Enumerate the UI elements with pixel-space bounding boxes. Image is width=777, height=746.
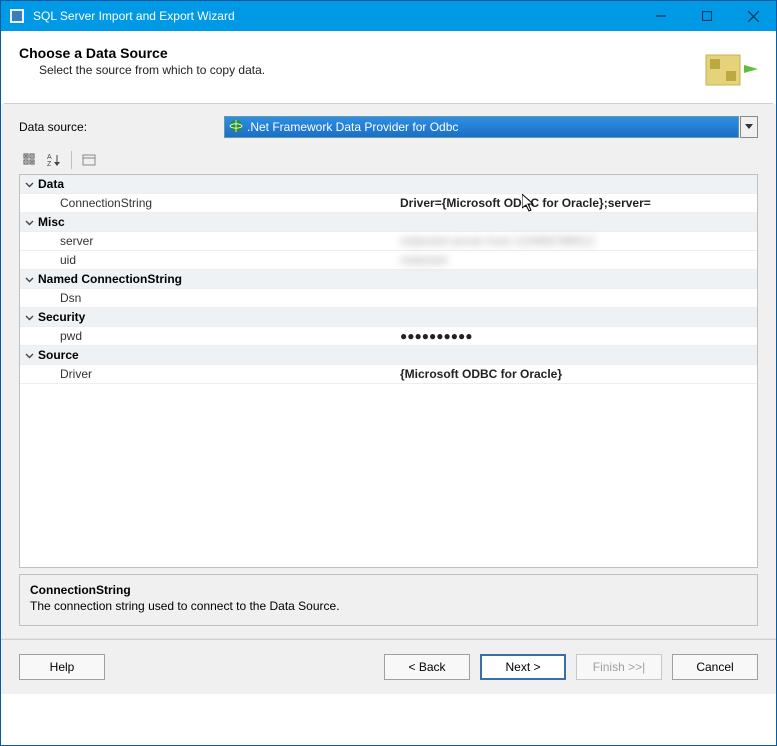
propgrid-row[interactable]: uidredacted bbox=[20, 251, 757, 270]
wizard-footer: Help < Back Next > Finish >>| Cancel bbox=[1, 639, 776, 694]
data-source-label: Data source: bbox=[19, 120, 224, 134]
propgrid-category[interactable]: Named ConnectionString bbox=[20, 270, 757, 289]
window-title: SQL Server Import and Export Wizard bbox=[33, 9, 638, 23]
wizard-header: Choose a Data Source Select the source f… bbox=[1, 31, 776, 103]
next-button[interactable]: Next > bbox=[480, 654, 566, 680]
propgrid-prop-value[interactable]: Driver={Microsoft ODBC for Oracle};serve… bbox=[396, 196, 757, 210]
data-source-dropdown-button[interactable] bbox=[740, 116, 758, 138]
property-page-icon bbox=[82, 153, 96, 167]
propgrid-category[interactable]: Security bbox=[20, 308, 757, 327]
categorized-icon bbox=[23, 153, 37, 167]
cancel-button[interactable]: Cancel bbox=[672, 654, 758, 680]
propgrid-prop-value[interactable]: redacted bbox=[396, 253, 757, 267]
data-source-select[interactable]: .Net Framework Data Provider for Odbc bbox=[224, 116, 739, 138]
propgrid-prop-name: Driver bbox=[38, 367, 396, 381]
toolbar-separator bbox=[71, 151, 72, 169]
sort-az-icon: A Z bbox=[47, 153, 61, 167]
app-icon bbox=[9, 8, 25, 24]
propgrid-prop-value[interactable]: redacted-server-host 123456789012 bbox=[396, 234, 757, 248]
chevron-down-icon bbox=[20, 351, 38, 360]
propgrid-row[interactable]: Driver{Microsoft ODBC for Oracle} bbox=[20, 365, 757, 384]
content-panel: Data source: .Net Framework Data Provide… bbox=[1, 104, 776, 638]
propgrid-prop-value[interactable]: {Microsoft ODBC for Oracle} bbox=[396, 367, 757, 381]
maximize-button[interactable] bbox=[684, 1, 730, 31]
data-source-selected: .Net Framework Data Provider for Odbc bbox=[247, 120, 734, 134]
close-button[interactable] bbox=[730, 1, 776, 31]
propgrid-row[interactable]: ConnectionStringDriver={Microsoft ODBC f… bbox=[20, 194, 757, 213]
property-grid: Data ConnectionStringDriver={Microsoft OD… bbox=[19, 174, 758, 568]
propgrid-category-name: Security bbox=[38, 310, 396, 324]
wizard-header-icon bbox=[702, 45, 758, 93]
svg-text:Z: Z bbox=[47, 161, 52, 167]
page-title: Choose a Data Source bbox=[19, 45, 692, 61]
help-button[interactable]: Help bbox=[19, 654, 105, 680]
propgrid-row[interactable]: Dsn bbox=[20, 289, 757, 308]
property-pages-button[interactable] bbox=[78, 149, 100, 171]
property-description-panel: ConnectionString The connection string u… bbox=[19, 574, 758, 626]
chevron-down-icon bbox=[20, 313, 38, 322]
propgrid-category-name: Misc bbox=[38, 215, 396, 229]
chevron-down-icon bbox=[20, 218, 38, 227]
propgrid-category[interactable]: Source bbox=[20, 346, 757, 365]
propgrid-prop-name: pwd bbox=[38, 329, 396, 343]
back-button[interactable]: < Back bbox=[384, 654, 470, 680]
window-controls bbox=[638, 1, 776, 31]
minimize-button[interactable] bbox=[638, 1, 684, 31]
propgrid-prop-value[interactable]: ●●●●●●●●●● bbox=[396, 329, 757, 343]
categorized-view-button[interactable] bbox=[19, 149, 41, 171]
property-description-text: The connection string used to connect to… bbox=[30, 599, 747, 613]
propgrid-row[interactable]: serverredacted-server-host 123456789012 bbox=[20, 232, 757, 251]
propgrid-category-name: Source bbox=[38, 348, 396, 362]
data-source-row: Data source: .Net Framework Data Provide… bbox=[19, 116, 758, 138]
propgrid-prop-name: uid bbox=[38, 253, 396, 267]
svg-text:A: A bbox=[47, 154, 52, 161]
propgrid-row[interactable]: pwd●●●●●●●●●● bbox=[20, 327, 757, 346]
globe-icon bbox=[229, 119, 243, 136]
propgrid-category-name: Named ConnectionString bbox=[38, 272, 396, 286]
chevron-down-icon bbox=[745, 124, 753, 130]
propgrid-prop-name: ConnectionString bbox=[38, 196, 396, 210]
propgrid-category-name: Data bbox=[38, 177, 396, 191]
propgrid-toolbar: A Z bbox=[19, 148, 758, 172]
propgrid-prop-name: server bbox=[38, 234, 396, 248]
chevron-down-icon bbox=[20, 275, 38, 284]
propgrid-prop-name: Dsn bbox=[38, 291, 396, 305]
property-description-title: ConnectionString bbox=[30, 583, 747, 597]
propgrid-category[interactable]: Misc bbox=[20, 213, 757, 232]
page-subtitle: Select the source from which to copy dat… bbox=[39, 63, 692, 77]
alphabetical-view-button[interactable]: A Z bbox=[43, 149, 65, 171]
finish-button: Finish >>| bbox=[576, 654, 662, 680]
title-bar: SQL Server Import and Export Wizard bbox=[1, 1, 776, 31]
propgrid-category[interactable]: Data bbox=[20, 175, 757, 194]
chevron-down-icon bbox=[20, 180, 38, 189]
